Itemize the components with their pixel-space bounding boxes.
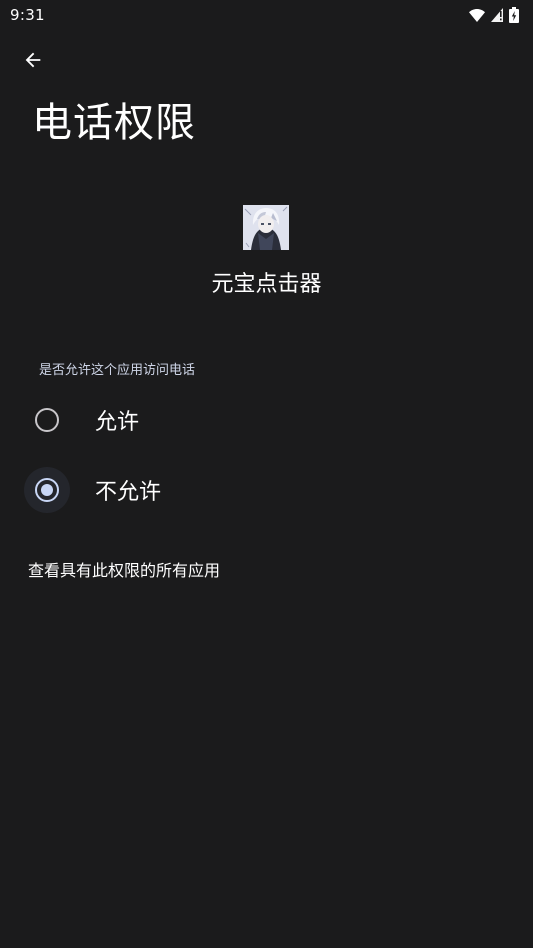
option-allow-label: 允许 — [95, 410, 140, 435]
wifi-icon — [469, 8, 485, 22]
option-deny[interactable]: 不允许 — [0, 458, 533, 522]
status-time: 9:31 — [10, 6, 45, 24]
signal-icon — [491, 8, 503, 22]
radio-allow-wrap[interactable] — [24, 397, 70, 443]
radio-deny[interactable] — [35, 478, 59, 502]
app-icon — [243, 205, 289, 250]
option-deny-label: 不允许 — [95, 480, 162, 505]
status-icons — [469, 7, 519, 23]
permission-screen: 9:31 电话权限 元宝点击器 是否允许这个应用访问电话 允许 不允许 查看具有… — [0, 0, 533, 948]
app-name: 元宝点击器 — [211, 272, 322, 297]
battery-charging-icon — [509, 7, 519, 23]
back-button[interactable] — [13, 42, 53, 82]
status-bar: 9:31 — [0, 0, 533, 30]
radio-allow[interactable] — [35, 408, 59, 432]
option-allow[interactable]: 允许 — [0, 388, 533, 452]
permission-question: 是否允许这个应用访问电话 — [39, 363, 196, 378]
page-title: 电话权限 — [32, 100, 196, 146]
radio-deny-wrap[interactable] — [24, 467, 70, 513]
view-all-apps-link[interactable]: 查看具有此权限的所有应用 — [28, 557, 220, 581]
arrow-back-icon — [22, 49, 44, 75]
